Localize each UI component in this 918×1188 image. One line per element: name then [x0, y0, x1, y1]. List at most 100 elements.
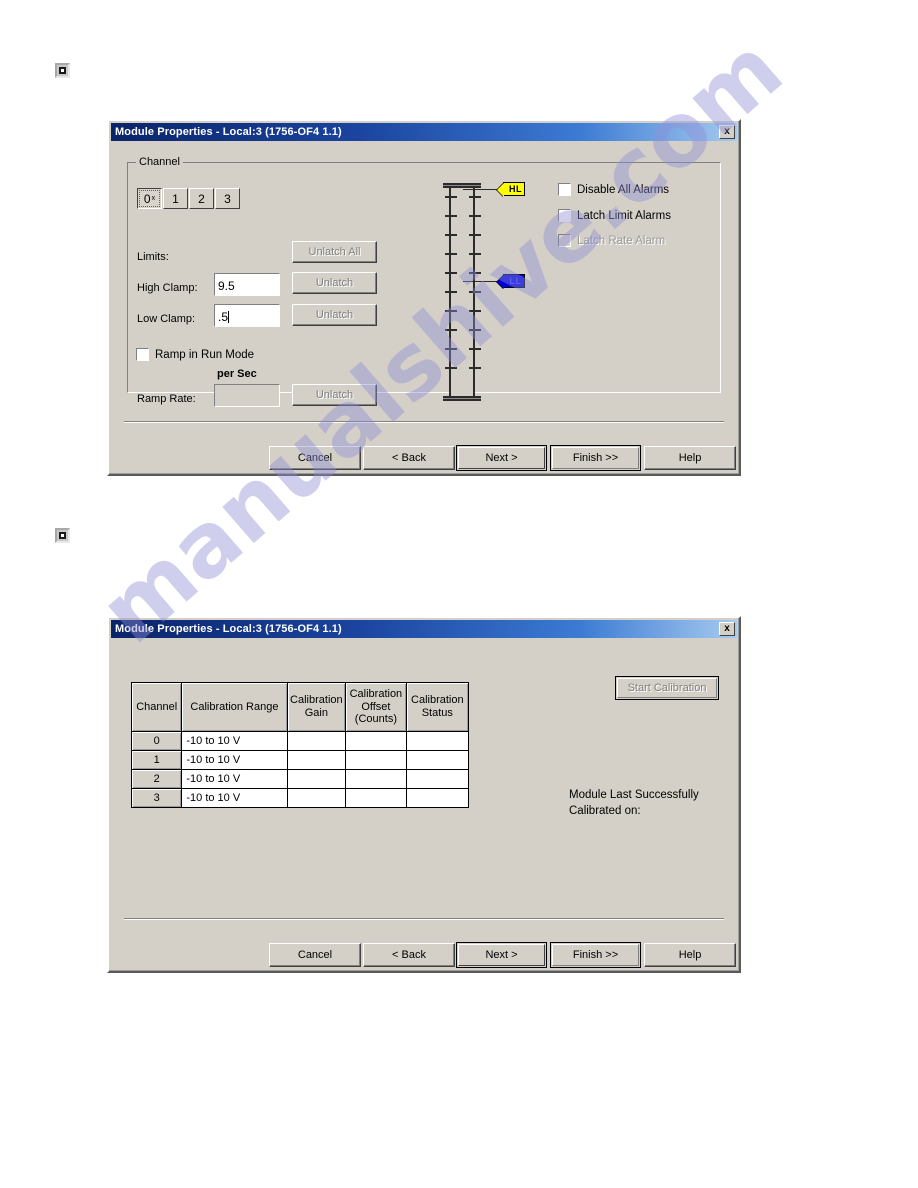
cell-gain: [286, 769, 347, 789]
cancel-button[interactable]: Cancel: [269, 446, 361, 470]
cell-channel: 1: [130, 750, 183, 770]
module-properties-dialog-calibration: Module Properties - Local:3 (1756-OF4 1.…: [107, 616, 741, 973]
channel-tab-2-label: 2: [198, 191, 205, 206]
limits-label: Limits:: [137, 251, 169, 263]
header-calibration-range: Calibration Range: [181, 682, 288, 732]
channel-tab-strip: 0x 1 2 3: [137, 188, 241, 209]
disable-all-alarms-row[interactable]: Disable All Alarms: [558, 183, 669, 196]
gauge-tick: [469, 291, 481, 293]
cell-channel: 0: [130, 731, 183, 751]
header-calibration-status: Calibration Status: [405, 682, 470, 732]
per-sec-label: per Sec: [217, 368, 257, 380]
gauge-cap-top: [443, 183, 481, 188]
text-caret: [228, 310, 230, 323]
latch-limit-alarms-label: Latch Limit Alarms: [577, 209, 671, 222]
cell-gain: [286, 731, 347, 751]
page-marker-bottom: [55, 528, 70, 543]
channel-tab-3[interactable]: 3: [215, 188, 240, 209]
finish-button-label: Finish >>: [572, 452, 619, 464]
gauge-tick: [469, 234, 481, 236]
high-clamp-input[interactable]: 9.5: [214, 273, 280, 296]
unlatch-all-button[interactable]: Unlatch All: [292, 241, 377, 263]
latch-limit-alarms-checkbox[interactable]: [558, 209, 571, 222]
low-clamp-unlatch-button[interactable]: Unlatch: [292, 304, 377, 326]
cancel-button[interactable]: Cancel: [269, 943, 361, 967]
channel-tab-2[interactable]: 2: [189, 188, 214, 209]
table-row[interactable]: 3 -10 to 10 V: [130, 788, 470, 808]
cell-offset: [345, 731, 407, 751]
help-button[interactable]: Help: [644, 446, 736, 470]
help-button-label: Help: [678, 949, 702, 961]
low-clamp-value: .5: [218, 309, 229, 324]
cell-gain: [286, 750, 347, 770]
finish-button-label: Finish >>: [572, 949, 619, 961]
footer-separator: [124, 421, 724, 423]
dialog-body: Channel 0x 1 2 3 Limits: Unlatch All Hig…: [111, 141, 737, 472]
ramp-in-run-mode-label: Ramp in Run Mode: [155, 348, 255, 361]
cell-range: -10 to 10 V: [181, 750, 288, 770]
gauge-tick: [445, 329, 457, 331]
gauge-tick: [445, 291, 457, 293]
help-button[interactable]: Help: [644, 943, 736, 967]
low-clamp-input[interactable]: .5: [214, 304, 280, 327]
high-clamp-unlatch-label: Unlatch: [315, 277, 354, 289]
cell-range: -10 to 10 V: [181, 788, 288, 808]
cell-status: [405, 769, 470, 789]
table-row[interactable]: 0 -10 to 10 V: [130, 731, 470, 751]
gauge-tick: [469, 367, 481, 369]
ramp-rate-unlatch-label: Unlatch: [315, 389, 354, 401]
gauge-tick: [469, 196, 481, 198]
gauge-tick: [445, 196, 457, 198]
table-row[interactable]: 2 -10 to 10 V: [130, 769, 470, 789]
high-clamp-label: High Clamp:: [137, 282, 198, 294]
gauge-tick: [445, 348, 457, 350]
finish-button[interactable]: Finish >>: [550, 445, 641, 471]
gauge-tick: [445, 310, 457, 312]
ramp-rate-input[interactable]: [214, 384, 280, 407]
page-marker-top: [55, 63, 70, 78]
high-clamp-unlatch-button[interactable]: Unlatch: [292, 272, 377, 294]
back-button[interactable]: < Back: [363, 943, 455, 967]
latch-rate-alarm-checkbox: [558, 234, 571, 247]
cell-offset: [345, 769, 407, 789]
channel-tab-0[interactable]: 0x: [137, 188, 162, 209]
finish-button[interactable]: Finish >>: [550, 942, 641, 968]
close-icon[interactable]: x: [719, 125, 735, 139]
cell-channel: 2: [130, 769, 183, 789]
dialog-title: Module Properties - Local:3 (1756-OF4 1.…: [115, 623, 342, 635]
back-button[interactable]: < Back: [363, 446, 455, 470]
low-limit-flag-label: LL: [509, 276, 522, 286]
gauge-tick: [445, 272, 457, 274]
high-clamp-value: 9.5: [218, 278, 235, 293]
disable-all-alarms-label: Disable All Alarms: [577, 183, 670, 196]
cell-status: [405, 731, 470, 751]
cell-status: [405, 788, 470, 808]
next-button[interactable]: Next >: [456, 942, 547, 968]
ramp-in-run-mode-checkbox[interactable]: [136, 348, 149, 361]
dialog-titlebar[interactable]: Module Properties - Local:3 (1756-OF4 1.…: [111, 123, 737, 141]
gauge-tick: [469, 215, 481, 217]
latch-limit-alarms-row[interactable]: Latch Limit Alarms: [558, 209, 671, 222]
close-icon[interactable]: x: [719, 622, 735, 636]
low-clamp-unlatch-label: Unlatch: [315, 309, 354, 321]
unlatch-all-label: Unlatch All: [308, 246, 361, 258]
ramp-rate-unlatch-button[interactable]: Unlatch: [292, 384, 377, 406]
gauge-tick: [445, 215, 457, 217]
dialog-titlebar[interactable]: Module Properties - Local:3 (1756-OF4 1.…: [111, 620, 737, 638]
start-calibration-button[interactable]: Start Calibration: [615, 676, 719, 700]
low-limit-flag[interactable]: LL: [497, 274, 525, 289]
disable-all-alarms-checkbox[interactable]: [558, 183, 571, 196]
latch-rate-alarm-row: Latch Rate Alarm: [558, 234, 665, 247]
high-limit-flag[interactable]: HL: [497, 182, 525, 197]
table-row[interactable]: 1 -10 to 10 V: [130, 750, 470, 770]
ramp-in-run-mode-checkbox-row[interactable]: Ramp in Run Mode: [136, 348, 254, 361]
gauge-tick: [445, 253, 457, 255]
gauge-tick: [445, 367, 457, 369]
channel-tab-1[interactable]: 1: [163, 188, 188, 209]
gauge-tick: [469, 329, 481, 331]
header-calibration-gain: Calibration Gain: [286, 682, 347, 732]
cell-offset: [345, 750, 407, 770]
next-button[interactable]: Next >: [456, 445, 547, 471]
latch-rate-alarm-label: Latch Rate Alarm: [577, 234, 666, 247]
dialog-body: Channel Calibration Range Calibration Ga…: [111, 638, 737, 969]
